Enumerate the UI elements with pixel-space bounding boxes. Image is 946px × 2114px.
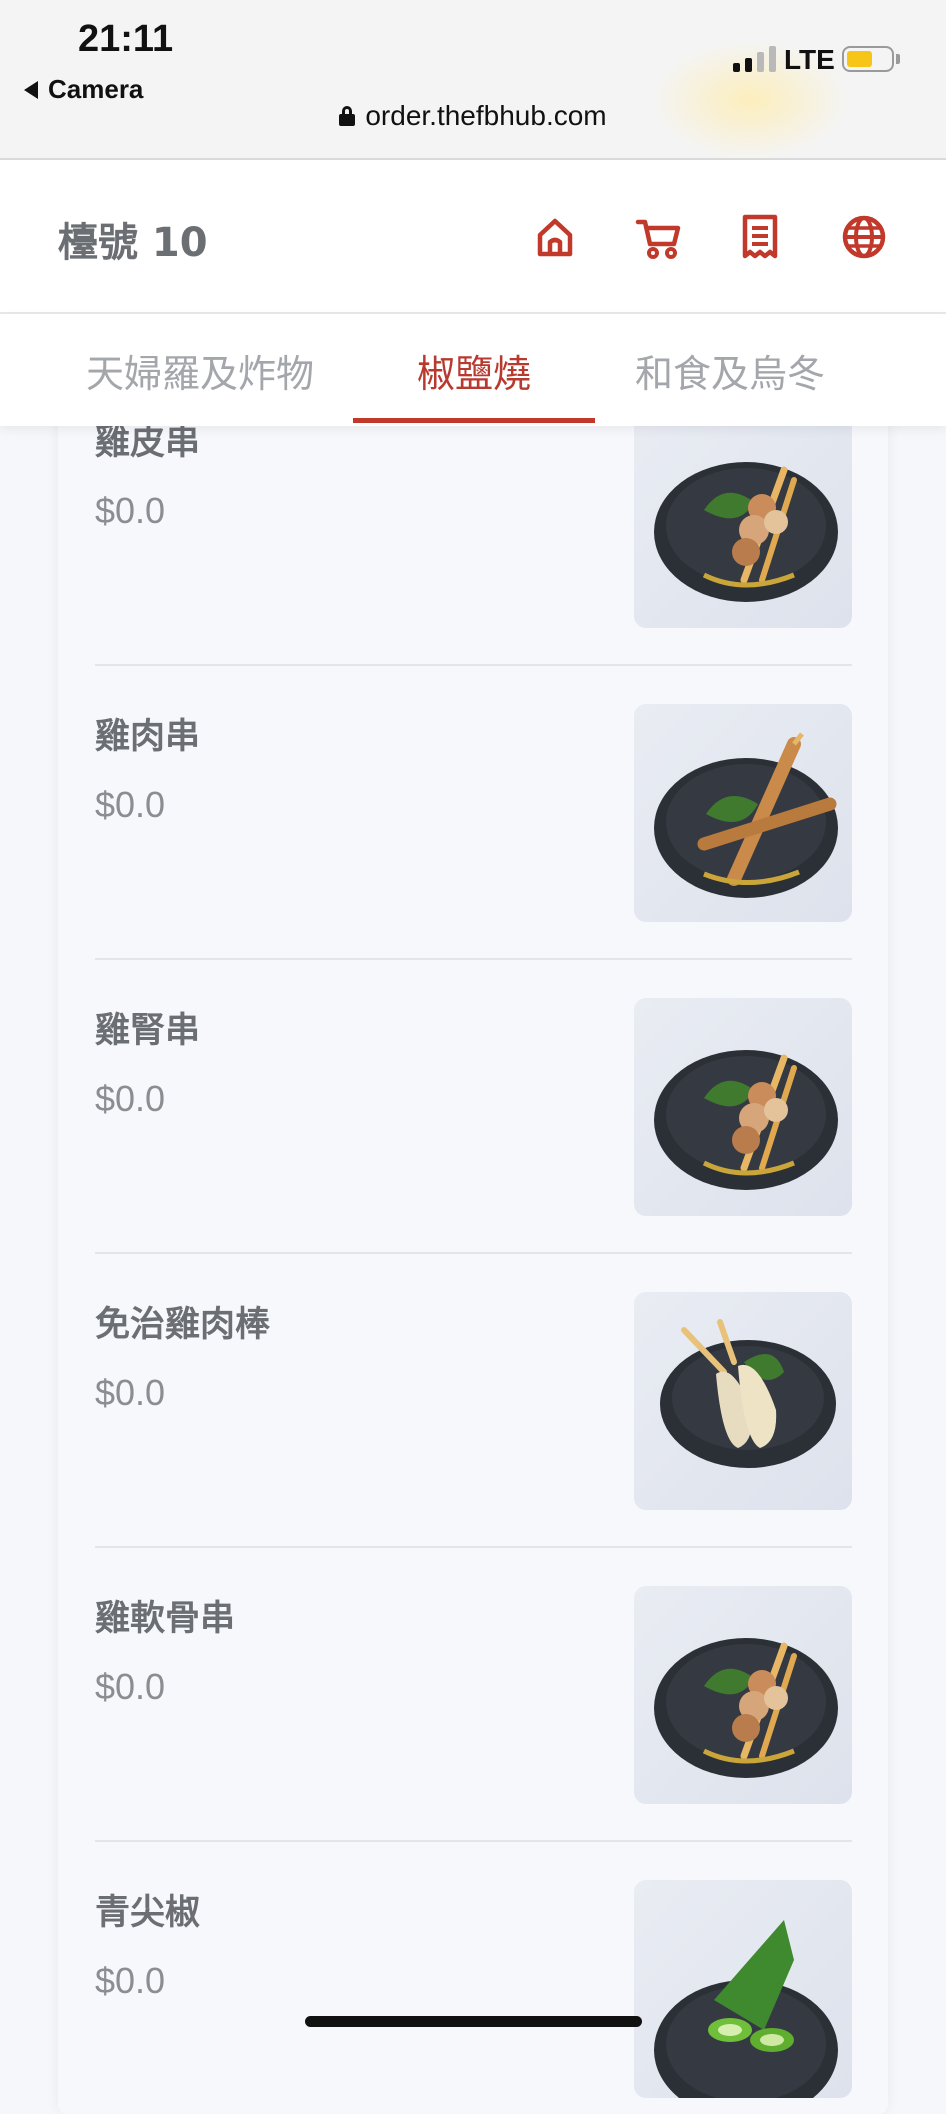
menu-item[interactable]: 雞肉串 $0.0 — [58, 682, 888, 976]
green-pepper-image[interactable] — [634, 1880, 852, 2098]
menu-item[interactable]: 雞皮串 $0.0 — [58, 414, 888, 682]
status-time: 21:11 — [78, 18, 174, 60]
menu-item[interactable]: 免治雞肉棒 $0.0 — [58, 1270, 888, 1564]
receipt-icon[interactable] — [733, 210, 787, 264]
item-divider — [95, 1252, 852, 1254]
item-price: $0.0 — [95, 1960, 166, 2001]
chicken-skin-skewer-image[interactable] — [634, 414, 852, 628]
network-type: LTE — [784, 44, 835, 75]
item-divider — [95, 1546, 852, 1548]
menu-item[interactable]: 青尖椒 $0.0 — [58, 1858, 888, 2114]
item-price: $0.0 — [95, 490, 166, 531]
item-name: 雞軟骨串 — [95, 1599, 236, 1639]
back-arrow-icon — [24, 80, 38, 99]
lock-icon — [339, 106, 356, 126]
item-price: $0.0 — [95, 1666, 166, 1707]
tab-tempura-fried[interactable]: 天婦羅及炸物 — [60, 314, 340, 426]
chicken-meat-skewer-image[interactable] — [634, 704, 852, 922]
item-divider — [95, 664, 852, 666]
table-number: 檯號 10 — [58, 220, 208, 266]
tab-salt-pepper-grill[interactable]: 椒鹽燒 — [353, 314, 595, 426]
address-bar[interactable]: order.thefbhub.com — [0, 100, 946, 132]
minced-chicken-stick-image[interactable] — [634, 1292, 852, 1510]
signal-strength-icon — [733, 46, 776, 72]
category-tabs: 天婦羅及炸物 椒鹽燒 和食及烏冬 — [0, 314, 946, 426]
item-name: 免治雞肉棒 — [95, 1305, 271, 1345]
home-icon[interactable] — [528, 210, 582, 264]
item-name: 雞肉串 — [95, 717, 201, 757]
item-price: $0.0 — [95, 1078, 166, 1119]
cart-icon[interactable] — [632, 210, 686, 264]
app-header: 檯號 10 — [0, 160, 946, 314]
battery-icon — [842, 46, 894, 72]
item-price: $0.0 — [95, 784, 166, 825]
chicken-cartilage-skewer-image[interactable] — [634, 1586, 852, 1804]
menu-list: 雞皮串 $0.0 雞肉串 $0.0 雞腎串 $0.0 免治雞肉棒 $0.0 雞軟… — [58, 414, 888, 2114]
home-indicator[interactable] — [305, 2016, 642, 2027]
chicken-gizzard-skewer-image[interactable] — [634, 998, 852, 1216]
item-divider — [95, 958, 852, 960]
menu-item[interactable]: 雞腎串 $0.0 — [58, 976, 888, 1270]
battery-tip — [896, 54, 900, 64]
item-divider — [95, 1840, 852, 1842]
menu-item[interactable]: 雞軟骨串 $0.0 — [58, 1564, 888, 1858]
tab-japanese-udon[interactable]: 和食及烏冬 — [610, 314, 850, 426]
item-name: 雞腎串 — [95, 1011, 201, 1051]
item-price: $0.0 — [95, 1372, 166, 1413]
url-text: order.thefbhub.com — [365, 100, 607, 131]
status-bar: 21:11 Camera LTE order.thefbhub.com — [0, 0, 946, 160]
item-name: 青尖椒 — [95, 1893, 201, 1933]
active-tab-indicator — [353, 418, 595, 423]
globe-icon[interactable] — [837, 210, 891, 264]
